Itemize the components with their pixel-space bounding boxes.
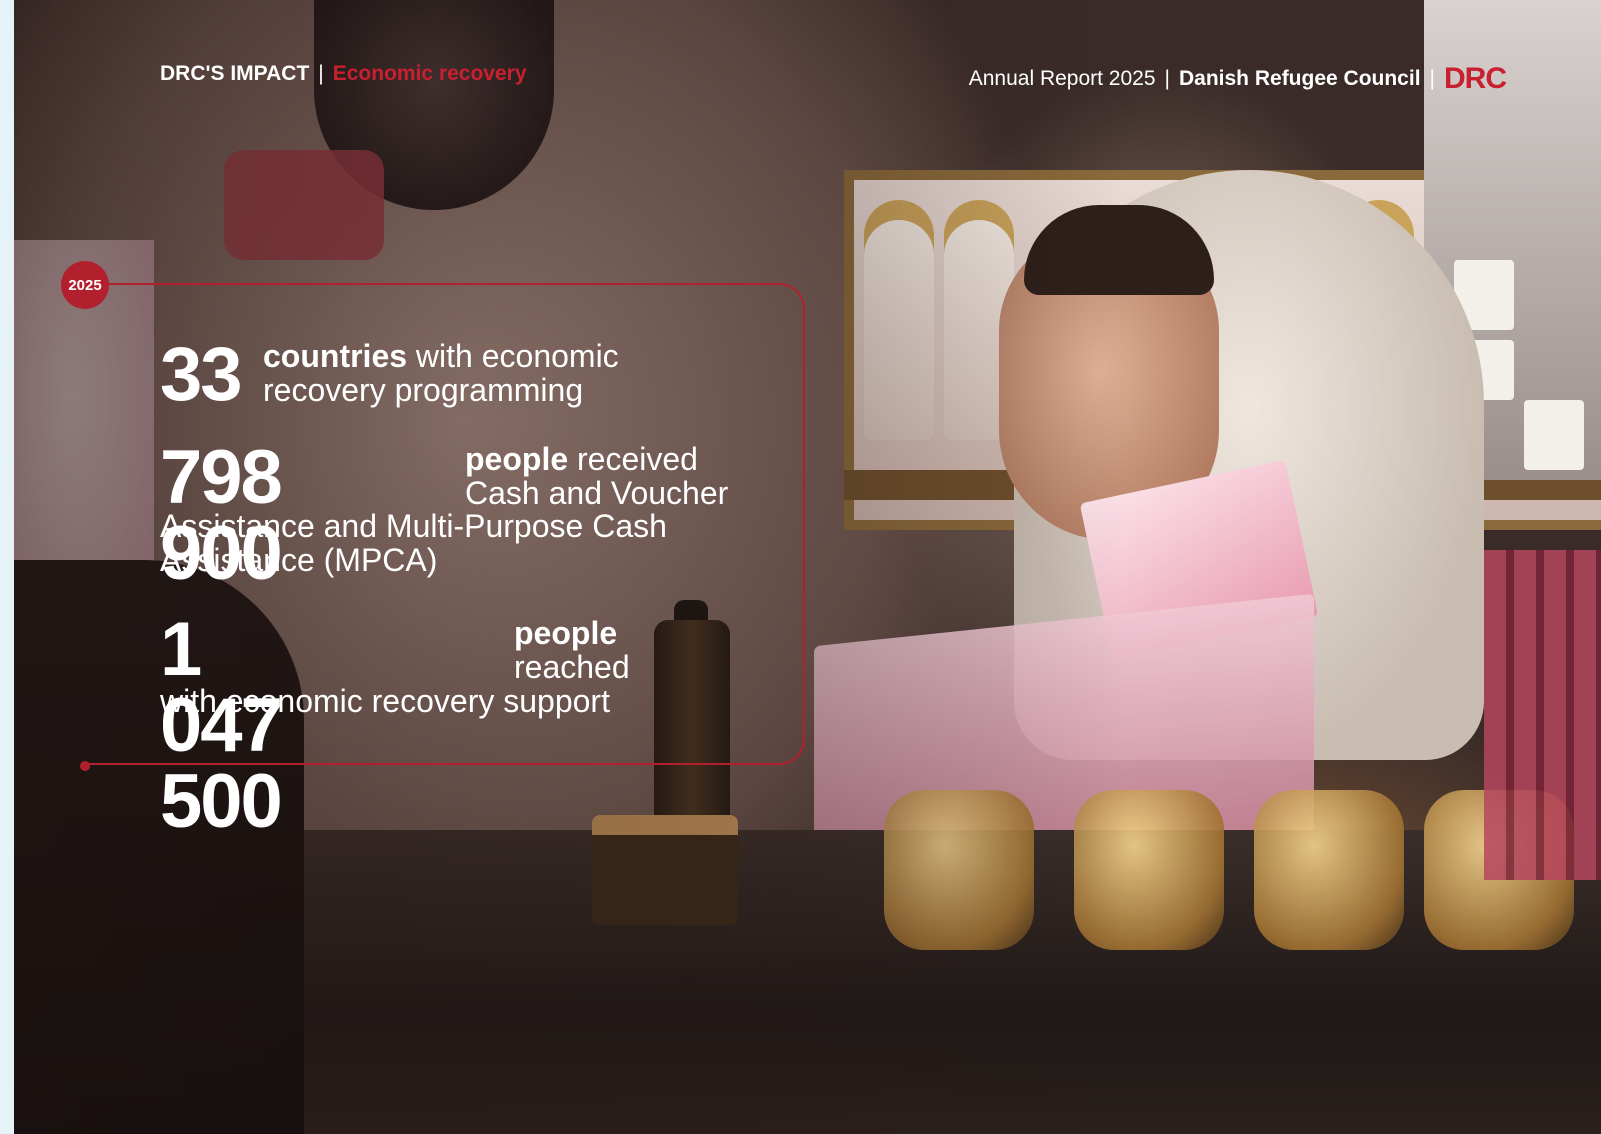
stat-label: people received Cash and Voucher: [465, 442, 765, 510]
frame-dot: [80, 761, 90, 771]
stat-label-continued: with economic recovery support: [160, 683, 610, 719]
stat-label-bold: people: [465, 441, 569, 477]
section-title: DRC'S IMPACT: [160, 62, 310, 85]
stat-label-text: reached: [514, 649, 630, 685]
page-edge: [0, 0, 14, 1134]
header-separator: |: [1164, 67, 1170, 90]
drc-logo: DRC: [1444, 62, 1507, 95]
stat-label-continued: Assistance and Multi-Purpose Cash Assist…: [160, 508, 667, 578]
stat-label-bold: countries: [263, 338, 408, 374]
stat-label-bold: people: [514, 615, 618, 651]
stat-number: 33: [160, 332, 243, 417]
section-topic: Economic recovery: [332, 62, 527, 85]
header-separator: |: [318, 62, 324, 85]
header-separator: |: [1429, 67, 1435, 90]
report-title: Annual Report 2025: [968, 67, 1156, 90]
section-header: DRC'S IMPACT | Economic recovery: [160, 62, 527, 86]
page: DRC'S IMPACT | Economic recovery Annual Re…: [14, 0, 1601, 1134]
organization-name: Danish Refugee Council: [1179, 67, 1421, 90]
year-badge: 2025: [61, 261, 109, 309]
report-header: Annual Report 2025 | Danish Refugee Counci…: [968, 62, 1507, 96]
stat-number: 1 047 500: [160, 607, 283, 844]
stat-label: people reached: [514, 616, 714, 684]
stat-label: countries with economic recovery program…: [263, 339, 683, 407]
